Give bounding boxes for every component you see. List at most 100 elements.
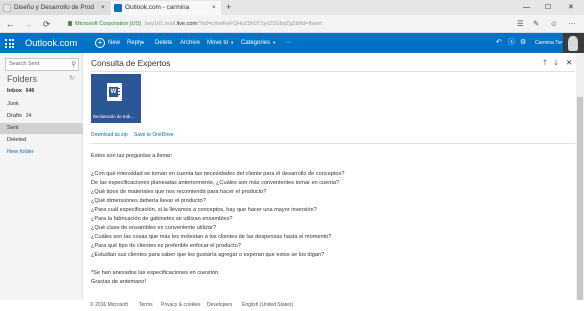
forward-arrow-icon[interactable]: →	[24, 15, 33, 33]
user-name[interactable]: Carmina Tor	[535, 33, 562, 53]
new-button[interactable]: New	[108, 33, 120, 53]
terms-link[interactable]: Terms	[139, 300, 153, 311]
message-body: Estos son las preguntas a llenar: ¿Con q…	[91, 152, 571, 287]
outlook-brand[interactable]: Outlook.com	[25, 33, 77, 53]
browser-tab-outlook[interactable]: Outlook.com - carmina	[111, 1, 221, 15]
body-line: ¿Para la fabricación de gabinetes se uti…	[91, 216, 233, 222]
minimize-button[interactable]: —	[523, 0, 530, 15]
folder-item-sent[interactable]: Sent	[0, 123, 83, 134]
arrow-up-icon[interactable]: 🡑	[543, 57, 547, 69]
url-host-prefix: bay161.mail.	[144, 21, 177, 27]
hub-icon[interactable]: ☰	[517, 15, 524, 33]
share-icon[interactable]: ☺	[550, 15, 558, 33]
search-placeholder: Search Sent	[9, 61, 40, 67]
body-line: ¿Para cuál especificación, si la llevamo…	[91, 207, 317, 213]
divider	[90, 143, 575, 144]
folder-label: Inbox	[7, 88, 22, 94]
body-line: Estos son las preguntas a llenar:	[91, 153, 173, 159]
address-bar: ← → ⟳ Microsoft Corporation [US] bay161.m…	[0, 15, 584, 33]
body-line: ¿Con qué intensidad se toman en cuenta l…	[91, 171, 345, 177]
folder-item-junk[interactable]: Junk	[0, 99, 83, 110]
avatar[interactable]	[563, 33, 584, 53]
back-arrow-icon[interactable]: ←	[6, 15, 15, 33]
browser-tab-diseno[interactable]: Diseño y Desarrollo de Prod	[0, 1, 110, 15]
outlook-command-bar: Outlook.com + New Reply ▾ Delete Archive…	[0, 33, 584, 53]
chevron-down-icon: ▾	[273, 40, 276, 45]
unread-count: 646	[25, 88, 35, 94]
refresh-folders-icon[interactable]: ↻	[69, 74, 75, 82]
site-identity: Microsoft Corporation [US]	[75, 21, 141, 27]
folders-heading: Folders	[7, 74, 38, 84]
delete-button[interactable]: Delete	[155, 33, 172, 53]
folder-item-drafts[interactable]: Drafts 24	[0, 111, 83, 122]
search-input[interactable]: Search Sent ⚲	[5, 58, 79, 71]
url-host: live.com	[176, 21, 198, 27]
close-tab-icon[interactable]: ×	[212, 1, 216, 15]
tab-title: Outlook.com - carmina	[125, 4, 190, 11]
language-link[interactable]: English (United States)	[242, 300, 293, 311]
body-line: ¿Qué clase de ensambles es conveniente u…	[91, 225, 216, 231]
plus-icon: +	[95, 38, 105, 48]
close-tab-icon[interactable]: ×	[101, 1, 105, 15]
body-line: ¿Cuáles son las cosas que más les molest…	[91, 234, 332, 240]
web-note-icon[interactable]: ✎	[533, 15, 539, 33]
arrow-down-icon[interactable]: 🡓	[554, 57, 558, 69]
new-folder-link[interactable]: New folder	[0, 147, 83, 158]
folder-label: Deleted	[7, 137, 27, 143]
refresh-icon[interactable]: ⟳	[43, 15, 50, 33]
save-to-onedrive-link[interactable]: Save to OneDrive	[134, 131, 173, 139]
new-tab-button[interactable]: +	[226, 1, 231, 14]
folder-label: Junk	[7, 101, 19, 107]
skype-icon[interactable]: ⓢ	[508, 33, 515, 53]
folder-label: Sent	[7, 125, 19, 131]
folder-item-inbox[interactable]: Inbox 646	[0, 86, 83, 97]
reading-pane: Consulta de Expertos 🡑 🡓 ✕ W Declaración…	[84, 53, 584, 311]
folder-item-deleted[interactable]: Deleted	[0, 135, 83, 146]
reply-button[interactable]: Reply	[127, 33, 142, 53]
app-launcher-icon[interactable]	[5, 39, 14, 48]
copyright-text: © 2016 Microsoft	[90, 302, 128, 308]
chevron-down-icon: ▾	[231, 40, 234, 45]
attachment-tile[interactable]: W Declaración de trab…	[91, 74, 141, 123]
tab-title: Diseño y Desarrollo de Prod	[14, 4, 94, 11]
url-path: /?tid=cmwKeFQHoZ5h0T1yxZ5UbdZg2&fid=flse…	[197, 21, 322, 27]
developers-link[interactable]: Developers	[207, 300, 232, 311]
attachment-name: Declaración de trab…	[93, 114, 135, 119]
outlook-favicon-icon	[114, 4, 122, 12]
message-subject: Consulta de Expertos	[91, 58, 171, 68]
body-line: De las especificaciones planeadas anteri…	[91, 180, 340, 186]
page-favicon-icon	[3, 4, 11, 12]
profile-photo	[568, 36, 578, 51]
scrollbar-thumb[interactable]	[577, 97, 583, 302]
word-document-icon: W	[107, 83, 122, 101]
archive-button[interactable]: Archive	[180, 33, 200, 53]
maximize-button[interactable]: ☐	[545, 0, 551, 15]
undo-icon[interactable]: ↶	[496, 33, 502, 53]
browser-tab-bar: Diseño y Desarrollo de Prod × Outlook.co…	[0, 0, 584, 15]
folder-sidebar: Search Sent ⚲ Folders ↻ Inbox 646 Junk Dr…	[0, 53, 83, 311]
body-line	[91, 260, 571, 269]
more-commands-button[interactable]: ⋯	[285, 33, 291, 53]
search-icon[interactable]: ⚲	[71, 59, 76, 70]
body-line: Gracias de antemano!	[91, 279, 147, 285]
body-line: ¿Para qué tipo de clientes es preferible…	[91, 243, 241, 249]
privacy-link[interactable]: Privacy & cookies	[161, 300, 200, 311]
divider	[90, 71, 575, 72]
draft-count: 24	[25, 113, 32, 119]
settings-gear-icon[interactable]: ⚙	[520, 33, 526, 53]
move-to-button[interactable]: Move to	[207, 33, 228, 53]
chevron-down-icon: ▾	[142, 40, 145, 45]
close-window-button[interactable]: ✕	[568, 0, 574, 15]
body-line	[91, 161, 571, 170]
lock-icon	[68, 21, 72, 26]
close-message-icon[interactable]: ✕	[566, 57, 572, 69]
body-line: ¿Estudian sus clientes para saber que le…	[91, 252, 325, 258]
folder-label: Drafts	[7, 113, 22, 119]
body-line: ¿Qué dimensiones debería llevar el produ…	[91, 198, 206, 204]
categories-button[interactable]: Categories	[241, 33, 270, 53]
body-line: ¿Qué tipos de materiales que nos recomie…	[91, 189, 267, 195]
url-field[interactable]: Microsoft Corporation [US] bay161.mail.li…	[68, 18, 322, 30]
download-zip-link[interactable]: Download as zip	[91, 131, 128, 139]
scrollbar[interactable]	[576, 53, 584, 302]
more-icon[interactable]: ⋯	[568, 15, 576, 33]
